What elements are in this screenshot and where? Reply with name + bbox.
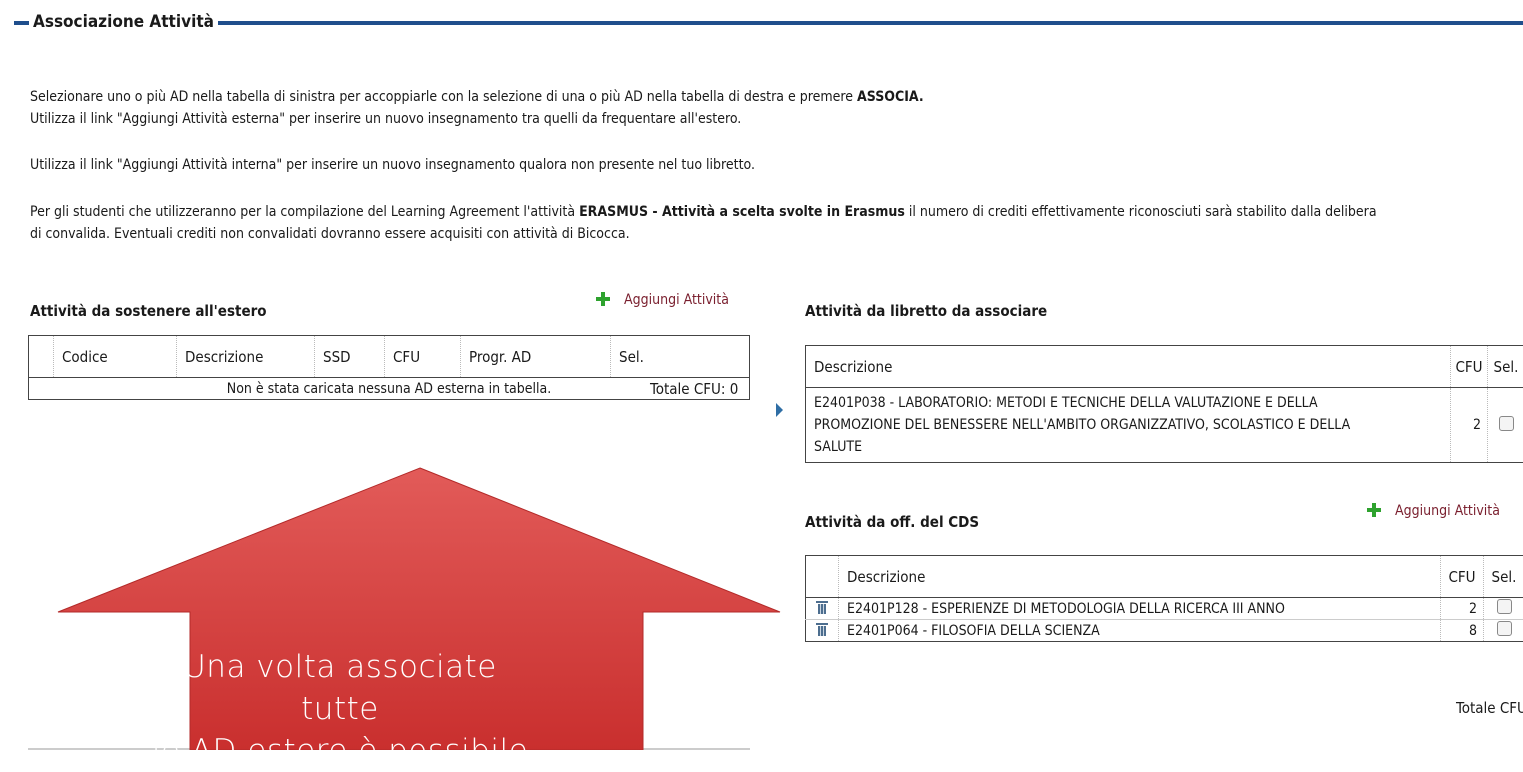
callout-text: Una volta associate tutte le AD estere è… (150, 646, 530, 772)
callout-arrow (0, 0, 1523, 750)
